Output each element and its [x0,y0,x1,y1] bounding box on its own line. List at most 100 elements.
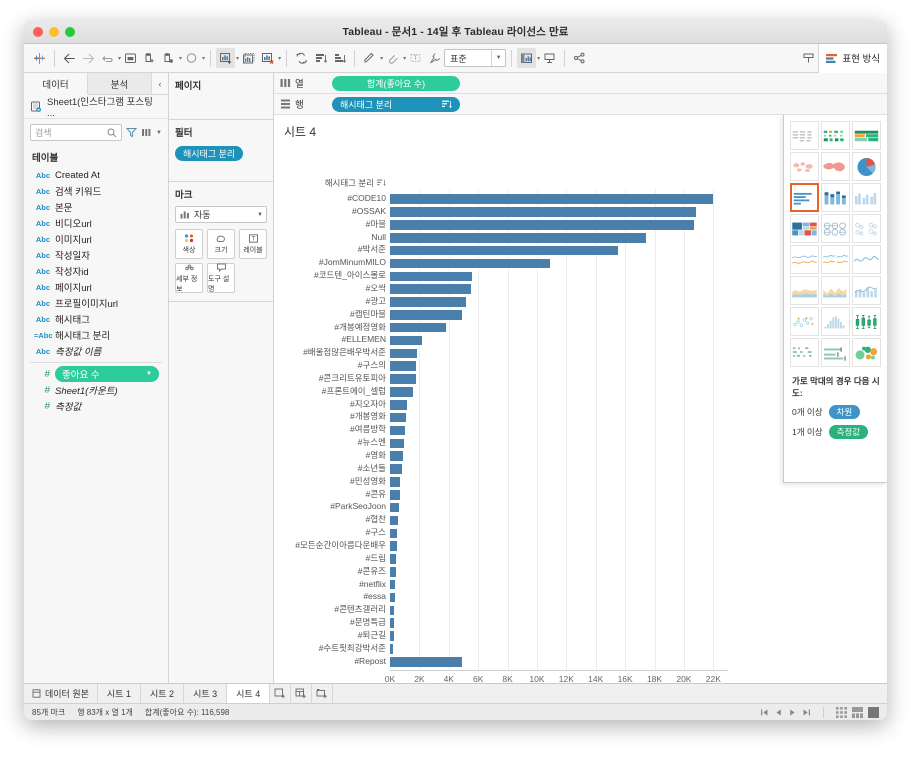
new-dashboard-icon[interactable] [291,684,312,703]
highlight-icon[interactable] [360,48,379,68]
bar-mark[interactable] [390,220,694,230]
data-source-icon[interactable] [159,48,178,68]
y-axis-tick-label[interactable]: #콘크리트유토피아 [274,373,386,384]
bar-mark[interactable] [390,503,399,513]
marks-label-button[interactable]: T 레이블 [239,229,267,259]
y-axis-tick-label[interactable]: #콘유 [274,489,386,500]
tab-data[interactable]: 데이터 [24,73,88,95]
y-axis-tick-label[interactable]: #캡틴마블 [274,309,386,320]
y-axis-tick-label[interactable]: #문명특급 [274,617,386,628]
bar-mark[interactable] [390,567,396,577]
bar-mark[interactable] [390,336,422,346]
bar-mark[interactable] [390,323,446,333]
back-arrow-icon[interactable] [60,48,79,68]
field-measure-values[interactable]: # 측정값 [24,398,168,414]
nav-first-icon[interactable] [760,708,769,717]
rows-shelf[interactable]: 행 해시태그 분리 [274,94,887,115]
field-hashtag-split[interactable]: =Abc 해시태그 분리 [24,327,168,343]
y-axis-tick-label[interactable]: #CODE10 [274,193,386,204]
single-view-icon[interactable] [868,707,879,718]
heat-map-icon[interactable] [821,121,850,150]
area-charts-discrete-icon[interactable] [821,276,850,305]
y-axis-tick-label[interactable]: #소년들 [274,463,386,474]
bar-mark[interactable] [390,657,462,667]
bar-mark[interactable] [390,464,402,474]
bar-mark[interactable] [390,387,413,397]
y-axis-tick-label[interactable]: #ELLEMEN [274,334,386,345]
show-me-button[interactable]: 표현 방식 [818,44,887,73]
bar-mark[interactable] [390,361,416,371]
refresh-icon[interactable] [182,48,201,68]
pie-chart-icon[interactable] [852,152,881,181]
new-story-icon[interactable] [312,684,333,703]
nav-buttons[interactable] [760,708,811,717]
duplicate-sheet-icon[interactable] [239,48,258,68]
fix-axis-icon[interactable] [425,48,444,68]
data-source-item[interactable]: Sheet1(인스타그램 포스팅 ... [24,95,168,119]
highlighter-icon[interactable] [799,48,818,68]
dual-combination-icon[interactable] [852,276,881,305]
fit-select[interactable]: 표준 ▼ [444,49,506,67]
bar-mark[interactable] [390,194,713,204]
clear-sheet-icon[interactable] [258,48,277,68]
presentation-mode-icon[interactable] [517,48,536,68]
nav-last-icon[interactable] [802,708,811,717]
y-axis-tick-label[interactable]: #배울점많은배우박서준 [274,347,386,358]
field-author-id[interactable]: Abc 작성자id [24,263,168,279]
bar-mark[interactable] [390,207,696,217]
scatter-plot-icon[interactable] [790,307,819,336]
show-me-panel[interactable]: 가로 막대의 경우 다음 시도: 0개 이상 차원 1개 이상 측정값 [783,115,887,483]
y-axis-tick-label[interactable]: #Repost [274,656,386,667]
bar-mark[interactable] [390,439,404,449]
bar-mark[interactable] [390,541,397,551]
bar-mark[interactable] [390,554,396,564]
new-worksheet-icon[interactable] [270,684,291,703]
box-and-whisker-icon[interactable] [852,307,881,336]
y-axis-tick-label[interactable]: #여름방학 [274,424,386,435]
save-icon[interactable] [121,48,140,68]
bar-mark[interactable] [390,246,618,256]
field-created-at[interactable]: Abc Created At [24,167,168,183]
sort-ascending-icon[interactable] [311,48,330,68]
y-axis-tick-label[interactable]: #영화 [274,450,386,461]
sheet-tab-2[interactable]: 시트 2 [141,684,184,703]
bar-mark[interactable] [390,593,395,603]
horizontal-bars-icon[interactable] [790,183,819,212]
field-image-url[interactable]: Abc 이미지url [24,231,168,247]
fit-icon[interactable] [540,48,559,68]
field-page-url[interactable]: Abc 페이지url [24,279,168,295]
pill-sum-likes[interactable]: 합계(좋아요 수) [332,76,460,91]
gantt-chart-icon[interactable] [790,338,819,367]
field-sheet1-count[interactable]: # Sheet1(카운트) [24,382,168,398]
bar-mark[interactable] [390,349,417,359]
side-by-side-circle-icon[interactable] [852,214,881,243]
split-view-icon[interactable] [852,707,863,718]
discrete-lines-icon[interactable] [821,245,850,274]
y-axis-tick-label[interactable]: #프론트에이_셀럽 [274,386,386,397]
sort-descending-icon[interactable] [330,48,349,68]
histogram-icon[interactable] [821,307,850,336]
y-axis-tick-label[interactable]: #뉴스엔 [274,437,386,448]
bar-mark[interactable] [390,451,403,461]
bar-mark[interactable] [390,310,462,320]
y-axis-tick-label[interactable]: #모든순간이아름다운배우 [274,540,386,551]
selected-field-pill[interactable]: 좋아요 수 ▼ [55,366,159,382]
bar-mark[interactable] [390,259,550,269]
forward-arrow-icon[interactable] [79,48,98,68]
marks-color-button[interactable]: 색상 [175,229,203,259]
y-axis-tick-label[interactable]: #구스 [274,527,386,538]
area-charts-continuous-icon[interactable] [790,276,819,305]
bar-mark[interactable] [390,400,407,410]
marks-size-button[interactable]: 크기 [207,229,235,259]
y-axis-tick-label[interactable]: #개봉예정영화 [274,322,386,333]
bar-mark[interactable] [390,297,466,307]
bar-mark[interactable] [390,631,394,641]
marks-type-select[interactable]: 자동 ▼ [175,206,267,223]
bar-mark[interactable] [390,426,405,436]
columns-drop-zone[interactable]: 합계(좋아요 수) [332,76,881,91]
field-measure-names[interactable]: Abc 측정값 이름 [24,343,168,359]
share-icon[interactable] [570,48,589,68]
bar-mark[interactable] [390,580,395,590]
chevron-down-icon[interactable]: ▼ [146,371,152,377]
continuous-lines-icon[interactable] [790,245,819,274]
